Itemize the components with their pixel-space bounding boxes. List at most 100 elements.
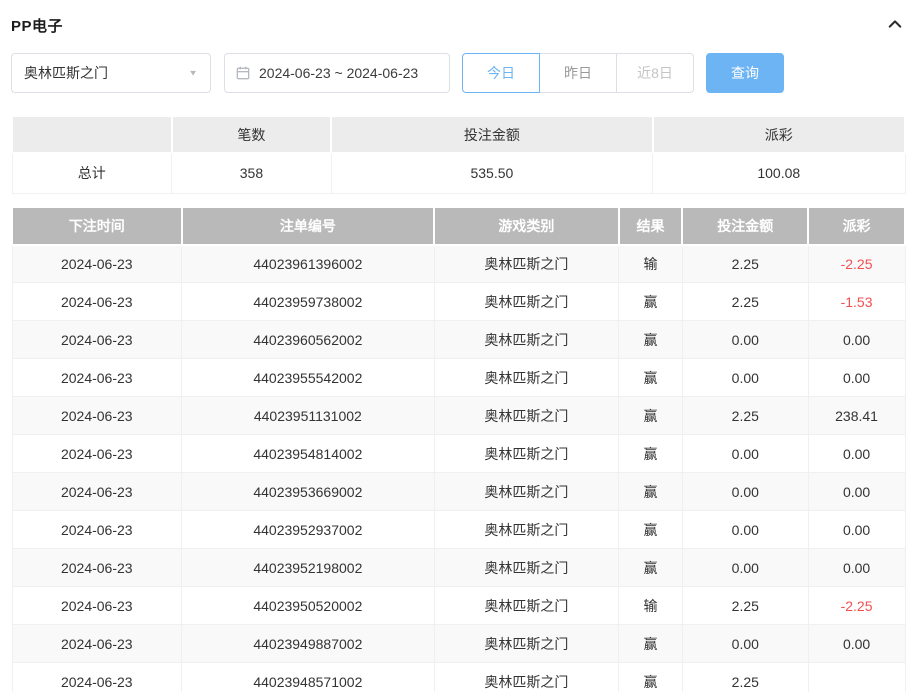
summary-header-row: 笔数 投注金额 派彩 (12, 116, 905, 153)
cell-result: 赢 (619, 321, 683, 359)
summary-total-payout: 100.08 (653, 153, 905, 193)
cell-bet-amount: 0.00 (682, 321, 808, 359)
cell-game-category: 奥林匹斯之门 (434, 435, 618, 473)
cell-result: 赢 (619, 435, 683, 473)
summary-total-row: 总计 358 535.50 100.08 (12, 153, 905, 193)
cell-payout (808, 663, 905, 692)
cell-payout: 0.00 (808, 511, 905, 549)
collapse-panel-button[interactable] (884, 14, 906, 36)
cell-payout: -2.25 (808, 587, 905, 625)
panel-header: PP电子 (11, 14, 906, 36)
filter-bar: 奥林匹斯之门 ▼ 2024-06-23 ~ 2024-06-23 今日 昨日 近… (11, 53, 906, 93)
pp-electronic-panel: PP电子 奥林匹斯之门 ▼ 2024-06-23 ~ 2024-06-23 今日… (0, 0, 906, 692)
bets-table: 下注时间 注单编号 游戏类别 结果 投注金额 派彩 2024-06-23 440… (11, 206, 906, 692)
cell-bet-time: 2024-06-23 (12, 435, 182, 473)
table-row: 2024-06-23 44023949887002 奥林匹斯之门 赢 0.00 … (12, 625, 905, 663)
calendar-icon (235, 65, 251, 81)
summary-total-bet-amount: 535.50 (331, 153, 652, 193)
cell-bet-time: 2024-06-23 (12, 587, 182, 625)
table-row: 2024-06-23 44023954814002 奥林匹斯之门 赢 0.00 … (12, 435, 905, 473)
cell-bet-number: 44023951131002 (182, 397, 435, 435)
cell-bet-time: 2024-06-23 (12, 663, 182, 692)
cell-bet-amount: 2.25 (682, 587, 808, 625)
summary-total-label: 总计 (12, 153, 172, 193)
cell-payout: 238.41 (808, 397, 905, 435)
cell-bet-amount: 0.00 (682, 511, 808, 549)
cell-bet-number: 44023952198002 (182, 549, 435, 587)
cell-result: 赢 (619, 663, 683, 692)
cell-payout: 0.00 (808, 549, 905, 587)
cell-result: 输 (619, 245, 683, 283)
cell-game-category: 奥林匹斯之门 (434, 663, 618, 692)
table-row: 2024-06-23 44023955542002 奥林匹斯之门 赢 0.00 … (12, 359, 905, 397)
summary-table: 笔数 投注金额 派彩 总计 358 535.50 100.08 (11, 115, 906, 194)
cell-bet-time: 2024-06-23 (12, 397, 182, 435)
cell-bet-time: 2024-06-23 (12, 283, 182, 321)
today-button[interactable]: 今日 (462, 53, 540, 93)
table-row: 2024-06-23 44023960562002 奥林匹斯之门 赢 0.00 … (12, 321, 905, 359)
cell-game-category: 奥林匹斯之门 (434, 245, 618, 283)
header-bet-number: 注单编号 (182, 207, 435, 245)
cell-result: 赢 (619, 359, 683, 397)
cell-bet-time: 2024-06-23 (12, 245, 182, 283)
cell-bet-amount: 2.25 (682, 663, 808, 692)
header-payout: 派彩 (808, 207, 905, 245)
header-bet-time: 下注时间 (12, 207, 182, 245)
bets-header-row: 下注时间 注单编号 游戏类别 结果 投注金额 派彩 (12, 207, 905, 245)
cell-payout: 0.00 (808, 359, 905, 397)
date-range-input[interactable]: 2024-06-23 ~ 2024-06-23 (224, 53, 450, 93)
summary-header-bet-amount: 投注金额 (331, 116, 652, 153)
cell-result: 赢 (619, 549, 683, 587)
table-row: 2024-06-23 44023959738002 奥林匹斯之门 赢 2.25 … (12, 283, 905, 321)
game-select-value: 奥林匹斯之门 (24, 63, 108, 83)
table-row: 2024-06-23 44023950520002 奥林匹斯之门 输 2.25 … (12, 587, 905, 625)
cell-bet-time: 2024-06-23 (12, 625, 182, 663)
summary-header-count: 笔数 (172, 116, 332, 153)
cell-payout: 0.00 (808, 473, 905, 511)
cell-result: 赢 (619, 511, 683, 549)
cell-game-category: 奥林匹斯之门 (434, 397, 618, 435)
cell-bet-number: 44023954814002 (182, 435, 435, 473)
table-row: 2024-06-23 44023961396002 奥林匹斯之门 输 2.25 … (12, 245, 905, 283)
cell-bet-amount: 0.00 (682, 435, 808, 473)
cell-bet-amount: 2.25 (682, 397, 808, 435)
select-caret-icon: ▼ (188, 69, 198, 78)
cell-bet-number: 44023952937002 (182, 511, 435, 549)
summary-total-count: 358 (172, 153, 332, 193)
table-row: 2024-06-23 44023952937002 奥林匹斯之门 赢 0.00 … (12, 511, 905, 549)
cell-bet-amount: 0.00 (682, 473, 808, 511)
date-range-value: 2024-06-23 ~ 2024-06-23 (259, 65, 418, 81)
cell-bet-amount: 2.25 (682, 245, 808, 283)
panel-title: PP电子 (11, 15, 63, 36)
cell-payout: 0.00 (808, 625, 905, 663)
cell-bet-amount: 0.00 (682, 625, 808, 663)
cell-bet-time: 2024-06-23 (12, 473, 182, 511)
cell-game-category: 奥林匹斯之门 (434, 549, 618, 587)
cell-game-category: 奥林匹斯之门 (434, 359, 618, 397)
cell-bet-number: 44023961396002 (182, 245, 435, 283)
header-result: 结果 (619, 207, 683, 245)
cell-payout: 0.00 (808, 435, 905, 473)
cell-result: 赢 (619, 283, 683, 321)
cell-game-category: 奥林匹斯之门 (434, 587, 618, 625)
cell-bet-amount: 0.00 (682, 359, 808, 397)
cell-bet-time: 2024-06-23 (12, 359, 182, 397)
cell-bet-number: 44023959738002 (182, 283, 435, 321)
cell-game-category: 奥林匹斯之门 (434, 321, 618, 359)
table-row: 2024-06-23 44023948571002 奥林匹斯之门 赢 2.25 (12, 663, 905, 692)
summary-header-blank (12, 116, 172, 153)
cell-bet-number: 44023948571002 (182, 663, 435, 692)
cell-result: 输 (619, 587, 683, 625)
table-row: 2024-06-23 44023951131002 奥林匹斯之门 赢 2.25 … (12, 397, 905, 435)
table-row: 2024-06-23 44023952198002 奥林匹斯之门 赢 0.00 … (12, 549, 905, 587)
cell-payout: -1.53 (808, 283, 905, 321)
last-8-days-button[interactable]: 近8日 (616, 53, 694, 93)
game-select[interactable]: 奥林匹斯之门 ▼ (11, 53, 211, 93)
query-button[interactable]: 查询 (706, 53, 784, 93)
cell-result: 赢 (619, 625, 683, 663)
header-game-category: 游戏类别 (434, 207, 618, 245)
quick-range-button-group: 今日 昨日 近8日 (462, 53, 694, 93)
cell-bet-number: 44023960562002 (182, 321, 435, 359)
cell-bet-time: 2024-06-23 (12, 549, 182, 587)
yesterday-button[interactable]: 昨日 (539, 53, 617, 93)
